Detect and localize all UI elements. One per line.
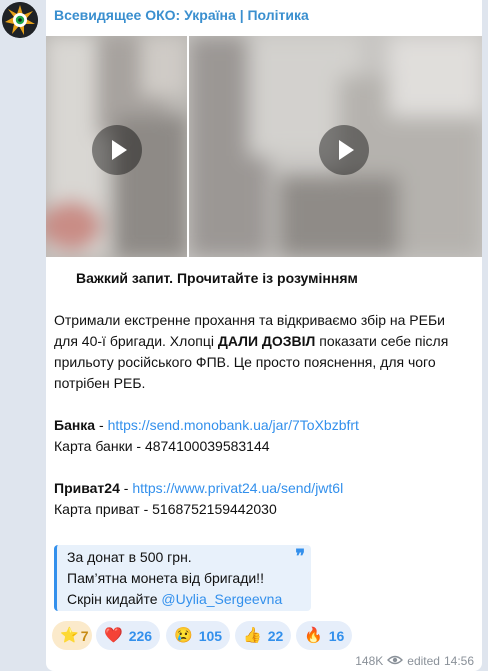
separator: -	[95, 417, 108, 433]
post-bold-text: ДАЛИ ДОЗВІЛ	[217, 333, 316, 349]
quote-text: Скрін кидайте	[67, 591, 162, 607]
monobank-link[interactable]: https://send.monobank.ua/jar/7ToXbzbfrt	[108, 417, 359, 433]
quote-icon: ❞	[295, 546, 305, 566]
privat24-link[interactable]: https://www.privat24.ua/send/jwt6l	[132, 480, 343, 496]
reaction-count: 105	[198, 627, 223, 644]
reaction-count: 7	[80, 627, 89, 644]
post-line: Отримали екстренне прохання та відкриває…	[54, 312, 445, 328]
play-icon	[339, 140, 354, 160]
star-icon: ⭐	[60, 627, 79, 644]
message-bubble: Всевидящее ОКО: Україна | Політика Важки…	[46, 0, 482, 671]
play-button[interactable]	[319, 125, 369, 175]
channel-avatar[interactable]	[2, 2, 38, 38]
thumbs-up-icon: 👍	[243, 627, 262, 644]
privat-line: Приват24 - https://www.privat24.ua/send/…	[54, 478, 474, 499]
separator: -	[119, 480, 133, 496]
channel-name[interactable]: Всевидящее ОКО: Україна | Політика	[54, 7, 309, 23]
quote-line: За донат в 500 грн.	[67, 549, 192, 565]
post-line: для 40-ї бригади. Хлопці ДАЛИ ДОЗВІЛ пок…	[54, 331, 474, 352]
reaction-count: 22	[267, 627, 284, 644]
reaction-crying[interactable]: 😢 105	[166, 621, 230, 650]
user-mention-link[interactable]: @Uylia_Sergeevna	[161, 591, 282, 607]
reaction-count: 16	[328, 627, 345, 644]
views-count: 148K	[355, 654, 384, 668]
crying-face-icon: 😢	[174, 627, 193, 644]
bank-label: Банка	[54, 417, 96, 433]
reaction-heart[interactable]: ❤️ 226	[96, 621, 160, 650]
quote-block: ❞ За донат в 500 грн. Пам’ятна монета ві…	[54, 545, 311, 611]
bank-card: Карта банки - 4874100039583144	[54, 438, 270, 454]
reaction-star[interactable]: ⭐ 7	[52, 621, 92, 650]
bank-line: Банка - https://send.monobank.ua/jar/7To…	[54, 415, 474, 436]
eye-logo-icon	[2, 2, 38, 38]
video-thumbnail-1[interactable]	[46, 36, 187, 257]
reaction-fire[interactable]: 🔥 16	[296, 621, 352, 650]
post-line: потрібен РЕБ.	[54, 375, 146, 391]
privat-label: Приват24	[54, 480, 120, 496]
reaction-thumbs-up[interactable]: 👍 22	[235, 621, 291, 650]
post-text: показати себе після	[315, 333, 449, 349]
post-title: Важкий запит. Прочитайте із розумінням	[76, 270, 358, 286]
video-thumbnail-2[interactable]	[189, 36, 482, 257]
post-line: прильоту російського ФПВ. Це просто пояс…	[54, 354, 436, 370]
eye-icon	[387, 654, 404, 668]
heart-icon: ❤️	[104, 627, 123, 644]
post-text: для 40-ї бригади. Хлопці	[54, 333, 218, 349]
post-paragraph: Отримали екстренне прохання та відкриває…	[54, 310, 474, 520]
edited-label: edited	[407, 654, 440, 668]
play-button[interactable]	[92, 125, 142, 175]
quote-line: Пам’ятна монета від бригади!!	[67, 570, 264, 586]
fire-icon: 🔥	[304, 627, 323, 644]
play-icon	[112, 140, 127, 160]
reaction-count: 226	[128, 627, 153, 644]
message-meta: 148K edited 14:56	[351, 654, 474, 668]
message-time: 14:56	[443, 654, 474, 668]
privat-card: Карта приват - 5168752159442030	[54, 501, 277, 517]
quote-line: Скрін кидайте @Uylia_Sergeevna	[67, 589, 282, 610]
